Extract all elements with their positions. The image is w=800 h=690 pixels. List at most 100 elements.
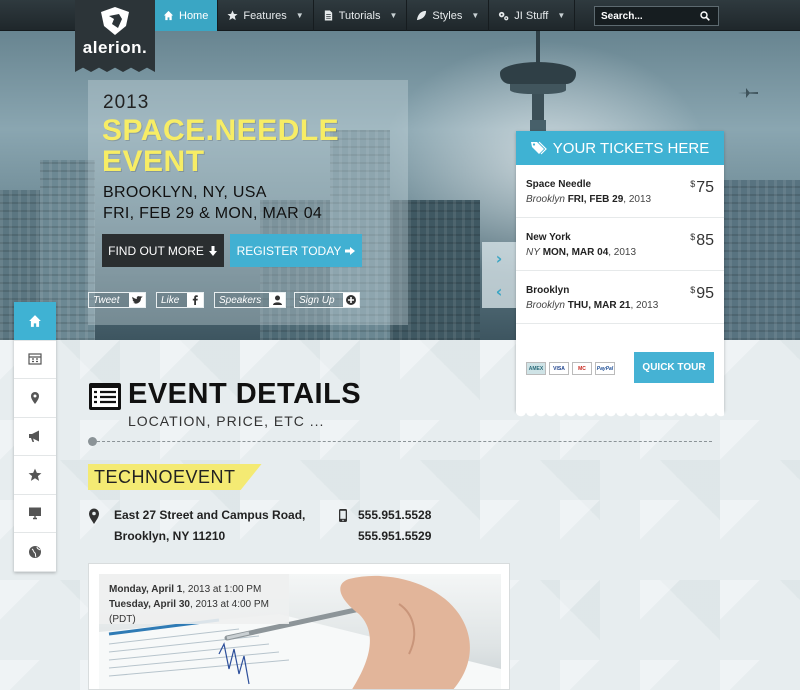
ticket-year: , 2013 [623,194,652,205]
airplane-icon [738,88,758,98]
ticket-city: Brooklyn [526,300,565,311]
currency-symbol: $ [690,232,696,242]
space-needle-deck [510,84,566,94]
dock-location[interactable] [14,379,56,418]
ticket-row[interactable]: Space Needle Brooklyn FRI, FEB 29, 2013 … [516,165,724,218]
dock-media[interactable] [14,495,56,533]
event-card[interactable]: Monday, April 1, 2013 at 1:00 PM Tuesday… [88,563,510,690]
hero-title-line: SPACE.NEEDLE [102,114,340,147]
ticket-year: , 2013 [630,300,659,311]
nav-item-label: Features [243,9,287,22]
side-dock [14,302,56,572]
nav-item-styles[interactable]: Styles ▼ [407,0,490,31]
event-date-rest: , 2013 at 1:00 PM [182,584,262,595]
address-line: Brooklyn, NY 11210 [114,529,226,543]
button-label: FIND OUT MORE [108,243,204,258]
home-icon [163,10,174,21]
search-icon[interactable] [695,7,715,25]
tickets-header: YOUR TICKETS HERE [516,131,724,165]
slider-prev-button[interactable]: ‹ [482,275,516,308]
space-needle-top [500,62,576,84]
dock-announcements[interactable] [14,418,56,456]
event-details-subtitle: LOCATION, PRICE, ETC ... [128,413,325,429]
document-icon [324,10,332,21]
site-logo[interactable]: alerion. [75,0,155,72]
nav-item-label: Home [179,9,209,22]
nav-item-label: JI Stuff [514,9,549,22]
home-icon [29,314,41,327]
sign-up-button[interactable]: Sign Up [294,292,360,308]
currency-symbol: $ [690,285,696,295]
ticket-date-bold: THU, MAR 21 [567,300,631,311]
social-label: Sign Up [299,294,335,306]
paypal-card-icon: PayPal [595,362,615,375]
nav-item-home[interactable]: Home [154,0,219,31]
tweet-button[interactable]: Tweet [88,292,146,308]
globe-icon [29,545,41,558]
ticket-price: $85 [690,232,714,250]
find-out-more-button[interactable]: FIND OUT MORE [102,234,224,267]
address-line: East 27 Street and Campus Road, [114,508,306,522]
skyline-building [720,180,800,340]
chevron-down-icon: ▼ [389,11,398,20]
chevron-left-icon: ‹ [495,282,503,301]
monitor-icon [29,507,41,520]
hero-dates: FRI, FEB 29 & MON, MAR 04 [103,205,323,222]
shield-logo-icon [101,7,129,35]
speakers-button[interactable]: Speakers [214,292,286,308]
user-icon [269,293,285,307]
arrow-right-icon [345,246,356,255]
event-image: Monday, April 1, 2013 at 1:00 PM Tuesday… [99,574,501,689]
event-dates: Monday, April 1, 2013 at 1:00 PM Tuesday… [99,574,289,627]
main-menu: Home Features ▼ Tutorials ▼ Styles ▼ JI … [154,0,576,31]
search-input[interactable] [595,7,695,25]
ticket-city: Brooklyn [526,194,565,205]
nav-item-ji-stuff[interactable]: JI Stuff ▼ [489,0,576,31]
dashed-separator [92,441,712,442]
logo-text: alerion. [82,38,148,57]
mastercard-card-icon: MC [572,362,592,375]
event-date-day: Monday, April 1 [109,584,183,595]
event-tag: TECHNOEVENT [88,464,262,490]
ticket-date-bold: MON, MAR 04 [542,247,609,258]
nav-item-tutorials[interactable]: Tutorials ▼ [314,0,408,31]
dock-schedule[interactable] [14,341,56,379]
phone-number: 555.951.5529 [358,529,432,543]
ticket-date-bold: FRI, FEB 29 [567,194,624,205]
dock-featured[interactable] [14,456,56,495]
tickets-header-label: YOUR TICKETS HERE [552,139,710,157]
list-icon [89,383,121,410]
ticket-row[interactable]: New York NY MON, MAR 04, 2013 $85 [516,218,724,271]
gears-icon [499,11,509,21]
nav-item-label: Styles [432,9,463,22]
dock-home[interactable] [14,302,56,341]
hero-year: 2013 [103,92,150,113]
ticket-price: $75 [690,179,714,197]
tags-icon [530,141,547,155]
register-today-button[interactable]: REGISTER TODAY [230,234,362,267]
chevron-down-icon: ▼ [295,11,304,20]
ticket-year: , 2013 [608,247,637,258]
calendar-icon [28,353,42,365]
megaphone-icon [29,430,39,443]
like-button[interactable]: Like [156,292,204,308]
hero-subtitle: BROOKLYN, NY, USA FRI, FEB 29 & MON, MAR… [103,182,322,224]
event-phones: 555.951.5528 555.951.5529 [358,505,431,547]
star-icon [227,10,238,21]
social-label: Speakers [219,294,262,306]
slider-next-button[interactable]: › [482,242,516,275]
amex-card-icon: AMEX [526,362,546,375]
button-label: REGISTER TODAY [236,243,342,258]
chevron-down-icon: ▼ [557,11,566,20]
nav-item-features[interactable]: Features ▼ [218,0,314,31]
tickets-panel: YOUR TICKETS HERE Space Needle Brooklyn … [516,131,724,419]
ticket-price-value: 95 [696,285,714,302]
social-label: Tweet [93,294,120,306]
social-label: Like [161,294,180,306]
ticket-row[interactable]: Brooklyn Brooklyn THU, MAR 21, 2013 $95 [516,271,724,324]
twitter-icon [129,293,145,307]
event-date-day: Tuesday, April 30 [109,599,190,610]
event-date-line: Tuesday, April 30, 2013 at 4:00 PM (PDT) [109,597,289,627]
dock-world[interactable] [14,533,56,572]
quick-tour-button[interactable]: QUICK TOUR [634,352,714,383]
